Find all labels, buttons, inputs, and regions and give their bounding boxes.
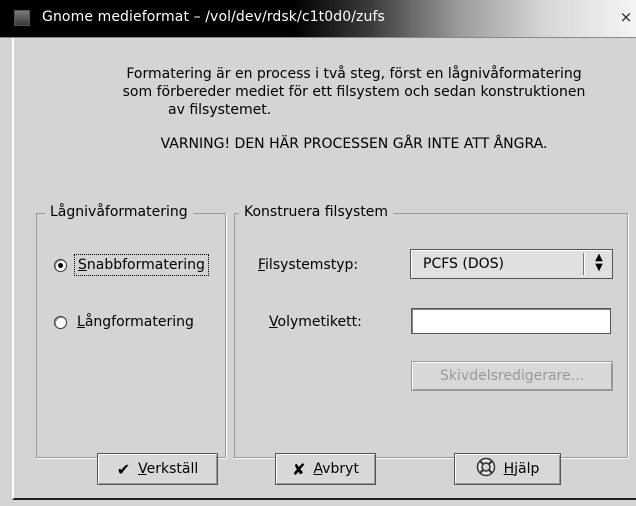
cancel-label: Avbryt (313, 461, 359, 477)
close-icon[interactable]: × (617, 8, 635, 26)
help-button[interactable]: Hjälp (454, 453, 561, 485)
volume-label-label: Volymetikett: (269, 314, 362, 330)
apply-button[interactable]: ✔ Verkställ (97, 453, 218, 485)
radio-unselected-indicator (54, 315, 67, 329)
cancel-button[interactable]: ✘ Avbryt (275, 453, 376, 485)
intro-message: Formatering är en process i två steg, fö… (94, 65, 614, 119)
window-menu-icon[interactable] (14, 10, 30, 26)
lifebuoy-icon (476, 457, 496, 481)
low-level-format-title: Lågnivåformatering (45, 204, 193, 220)
intro-line-2: som förbereder mediet för ett filsystem … (122, 84, 586, 100)
intro-line-3: av filsystemet. (168, 102, 272, 118)
low-level-format-frame: Lågnivåformatering (36, 204, 226, 458)
x-icon: ✘ (292, 459, 306, 479)
window-title: Gnome medieformat – /vol/dev/rdsk/c1t0d0… (42, 9, 385, 25)
combo-separator (583, 253, 584, 275)
filesystem-type-value: PCFS (DOS) (423, 256, 504, 272)
volume-label-input[interactable] (411, 308, 611, 334)
apply-label: Verkställ (138, 461, 199, 477)
partition-editor-button[interactable]: Skivdelsredigerare... (411, 361, 613, 391)
title-bar[interactable]: Gnome medieformat – /vol/dev/rdsk/c1t0d0… (0, 0, 636, 38)
format-dialog: Formatering är en process i två steg, fö… (12, 38, 636, 500)
radio-selected-indicator (54, 258, 67, 272)
up-down-arrows-icon: ▲ ▼ (595, 252, 603, 273)
quick-format-radio[interactable]: Snabbformatering (54, 254, 209, 276)
filesystem-title: Konstruera filsystem (239, 204, 394, 220)
quick-format-label: Snabbformatering (74, 254, 209, 276)
filesystem-type-select[interactable]: PCFS (DOS) ▲ ▼ (410, 249, 613, 279)
warning-message: VARNING! DEN HÄR PROCESSEN GÅR INTE ATT … (160, 136, 548, 152)
long-format-radio[interactable]: Långformatering (54, 314, 194, 330)
long-format-label: Långformatering (77, 314, 194, 330)
help-label: Hjälp (503, 461, 540, 477)
intro-line-1: Formatering är en process i två steg, fö… (126, 66, 582, 82)
filesystem-type-label: Filsystemstyp: (258, 257, 359, 273)
checkmark-icon: ✔ (116, 459, 131, 479)
